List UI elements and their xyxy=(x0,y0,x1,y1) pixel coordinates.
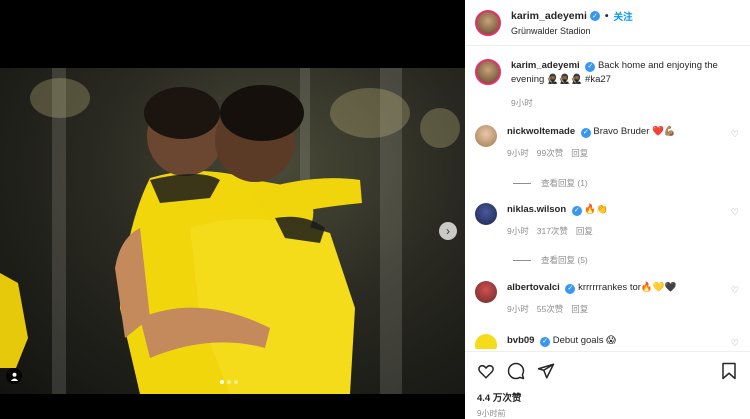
comment-item: albertovalci ✓ krrrrrrankes tor🔥💛🖤 9小时 5… xyxy=(475,281,745,316)
comment-username[interactable]: nickwoltemade xyxy=(507,126,575,137)
reply-button[interactable]: 回复 xyxy=(571,147,588,160)
comment-likes[interactable]: 317次赞 xyxy=(537,225,568,238)
verified-badge-icon: ✓ xyxy=(589,11,600,21)
comment-username[interactable]: albertovalci xyxy=(507,282,560,293)
verified-badge-icon: ✓ xyxy=(585,62,596,72)
verified-badge-icon: ✓ xyxy=(565,283,576,294)
media-area: › xyxy=(0,0,465,419)
comment-time: 9小时 xyxy=(507,226,529,236)
heart-icon[interactable] xyxy=(475,360,497,382)
tag-icon xyxy=(10,372,18,381)
comment-username[interactable]: niklas.wilson xyxy=(507,204,566,215)
comment-time: 9小时 xyxy=(507,148,529,158)
comment-item: bvb09 ✓ Debut goals 😱 ♡ xyxy=(475,334,745,349)
next-photo-button[interactable]: › xyxy=(439,222,457,240)
comment-text: krrrrrrankes tor🔥💛🖤 xyxy=(578,282,677,293)
post-panel: karim_adeyemi ✓ • 关注 Grünwalder Stadion … xyxy=(465,0,750,419)
like-comment-icon[interactable]: ♡ xyxy=(731,338,739,349)
comment-likes[interactable]: 99次赞 xyxy=(537,147,563,160)
view-replies-label: 查看回复 (1) xyxy=(541,178,588,188)
view-replies-label: 查看回复 (5) xyxy=(541,255,588,265)
author-avatar[interactable] xyxy=(475,9,501,36)
view-replies-button[interactable]: 查看回复 (1) xyxy=(513,177,588,189)
comment-text: 🔥👏 xyxy=(584,204,609,215)
verified-badge-icon: ✓ xyxy=(540,336,551,347)
reply-button[interactable]: 回复 xyxy=(576,225,593,238)
commenter-avatar[interactable] xyxy=(475,334,497,349)
caption-time: 9小时 xyxy=(511,98,533,108)
view-replies-button[interactable]: 查看回复 (5) xyxy=(513,254,588,266)
commenter-avatar[interactable] xyxy=(475,203,497,225)
comment-time: 9小时 xyxy=(507,304,529,314)
separator: • xyxy=(604,10,609,22)
commenter-avatar[interactable] xyxy=(475,125,497,147)
comment-item: niklas.wilson ✓ 🔥👏 9小时 317次赞 回复 ♡ xyxy=(475,203,745,238)
save-icon[interactable] xyxy=(718,360,740,382)
post-actions: 4.4 万次赞 9小时前 xyxy=(465,351,750,419)
post-time: 9小时前 xyxy=(477,409,506,418)
chevron-right-icon: › xyxy=(446,224,450,238)
comments-list[interactable]: karim_adeyemi ✓ Back home and enjoying t… xyxy=(465,47,750,349)
like-comment-icon[interactable]: ♡ xyxy=(731,207,739,218)
like-comment-icon[interactable]: ♡ xyxy=(731,285,739,296)
location-link[interactable]: Grünwalder Stadion xyxy=(511,26,633,36)
tagged-users-button[interactable] xyxy=(6,368,22,384)
comment-text: Bravo Bruder ❤️💪🏽 xyxy=(593,126,676,137)
comment-icon[interactable] xyxy=(505,360,527,382)
verified-badge-icon: ✓ xyxy=(571,205,582,216)
players-illustration xyxy=(0,85,362,394)
commenter-avatar[interactable] xyxy=(475,281,497,303)
caption-avatar[interactable] xyxy=(475,59,501,85)
caption-username[interactable]: karim_adeyemi xyxy=(511,60,580,71)
comment-likes[interactable]: 55次赞 xyxy=(537,303,563,316)
verified-badge-icon: ✓ xyxy=(580,127,591,138)
likes-count[interactable]: 4.4 万次赞 xyxy=(465,382,750,404)
post-header: karim_adeyemi ✓ • 关注 Grünwalder Stadion xyxy=(465,0,750,46)
post-photo[interactable] xyxy=(0,68,465,394)
carousel-dots xyxy=(220,380,238,384)
follow-button[interactable]: 关注 xyxy=(614,9,633,23)
share-icon[interactable] xyxy=(535,360,557,382)
comment-item: nickwoltemade ✓ Bravo Bruder ❤️💪🏽 9小时 99… xyxy=(475,125,745,160)
comment-text: Debut goals 😱 xyxy=(552,335,616,346)
like-comment-icon[interactable]: ♡ xyxy=(731,129,739,140)
author-username[interactable]: karim_adeyemi xyxy=(511,10,587,22)
comment-username[interactable]: bvb09 xyxy=(507,335,534,346)
post-modal: › karim_adeyemi ✓ • 关注 Grünwalder Stadio… xyxy=(0,0,750,419)
reply-button[interactable]: 回复 xyxy=(571,303,588,316)
post-caption: karim_adeyemi ✓ Back home and enjoying t… xyxy=(475,59,743,110)
